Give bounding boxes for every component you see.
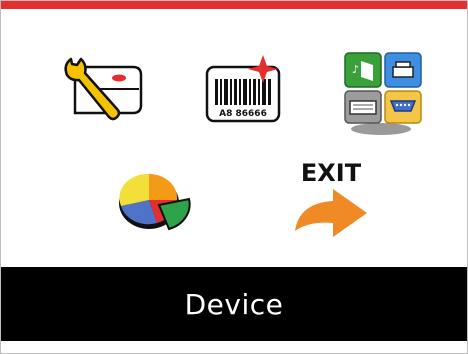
pie-chart-icon[interactable]	[113, 169, 197, 231]
barcode-text: A8 86666	[219, 109, 267, 119]
top-accent-bar	[1, 1, 467, 9]
svg-text:♪: ♪	[352, 63, 359, 76]
device-menu-screen: A8 86666 ♪ EXIT Device	[0, 0, 468, 354]
exit-label: EXIT	[301, 159, 362, 187]
barcode-label-icon[interactable]: A8 86666	[201, 53, 289, 125]
exit-arrow-icon[interactable]: EXIT	[289, 155, 373, 239]
title-bar: Device	[1, 267, 467, 341]
screen-title: Device	[184, 287, 284, 321]
wrench-printer-icon[interactable]	[61, 53, 143, 125]
interface-ports-icon[interactable]: ♪	[339, 49, 427, 139]
